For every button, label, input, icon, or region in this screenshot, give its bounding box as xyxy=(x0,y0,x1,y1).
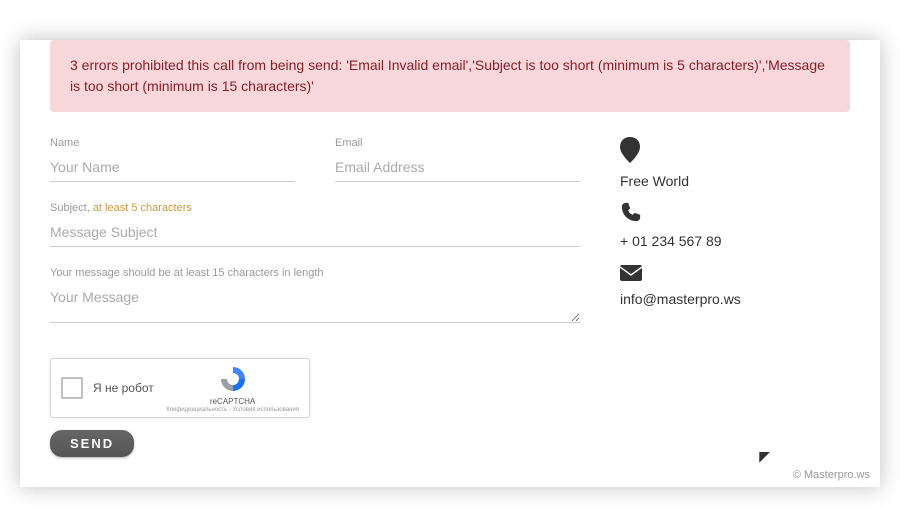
recaptcha-logo: reCAPTCHA Конфиденциальность - Условия и… xyxy=(166,364,299,413)
email-item: info@masterpro.ws xyxy=(620,261,850,307)
email-text: info@masterpro.ws xyxy=(620,291,850,307)
map-marker-icon xyxy=(620,137,850,169)
name-input[interactable] xyxy=(50,153,295,182)
content-row: Name Email Subject, at least 5 character… xyxy=(20,137,880,457)
message-textarea[interactable] xyxy=(50,283,580,323)
location-text: Free World xyxy=(620,173,850,189)
message-field: Your message should be at least 15 chara… xyxy=(50,267,580,328)
phone-item: + 01 234 567 89 xyxy=(620,201,850,249)
email-label: Email xyxy=(335,137,580,149)
error-alert: 3 errors prohibited this call from being… xyxy=(50,40,850,112)
subject-label-text: Subject, xyxy=(50,202,93,214)
send-button[interactable]: SEND xyxy=(50,430,134,457)
email-input[interactable] xyxy=(335,153,580,182)
recaptcha-checkbox[interactable] xyxy=(61,377,83,399)
recaptcha[interactable]: Я не робот reCAPTCHA Конфиденциальность … xyxy=(50,358,310,418)
watermark: © Masterpro.ws xyxy=(793,469,870,481)
recaptcha-label: Я не робот xyxy=(93,381,154,395)
cursor-icon: ◤ xyxy=(759,448,770,465)
subject-label: Subject, at least 5 characters xyxy=(50,202,580,214)
contact-card: 3 errors prohibited this call from being… xyxy=(20,40,880,487)
name-field: Name xyxy=(50,137,295,182)
recaptcha-brand: reCAPTCHA xyxy=(166,397,299,406)
subject-input[interactable] xyxy=(50,218,580,247)
name-label: Name xyxy=(50,137,295,149)
recaptcha-terms: Конфиденциальность - Условия использован… xyxy=(166,407,299,413)
message-label: Your message should be at least 15 chara… xyxy=(50,267,580,279)
form-column: Name Email Subject, at least 5 character… xyxy=(50,137,620,457)
recaptcha-icon xyxy=(218,364,248,394)
phone-icon xyxy=(620,201,850,229)
contact-info: Free World + 01 234 567 89 info@masterpr… xyxy=(620,137,850,457)
location-item: Free World xyxy=(620,137,850,189)
envelope-icon xyxy=(620,261,850,287)
phone-text: + 01 234 567 89 xyxy=(620,233,850,249)
subject-field: Subject, at least 5 characters xyxy=(50,202,580,247)
email-field: Email xyxy=(335,137,580,182)
subject-error-text: at least 5 characters xyxy=(93,202,192,214)
